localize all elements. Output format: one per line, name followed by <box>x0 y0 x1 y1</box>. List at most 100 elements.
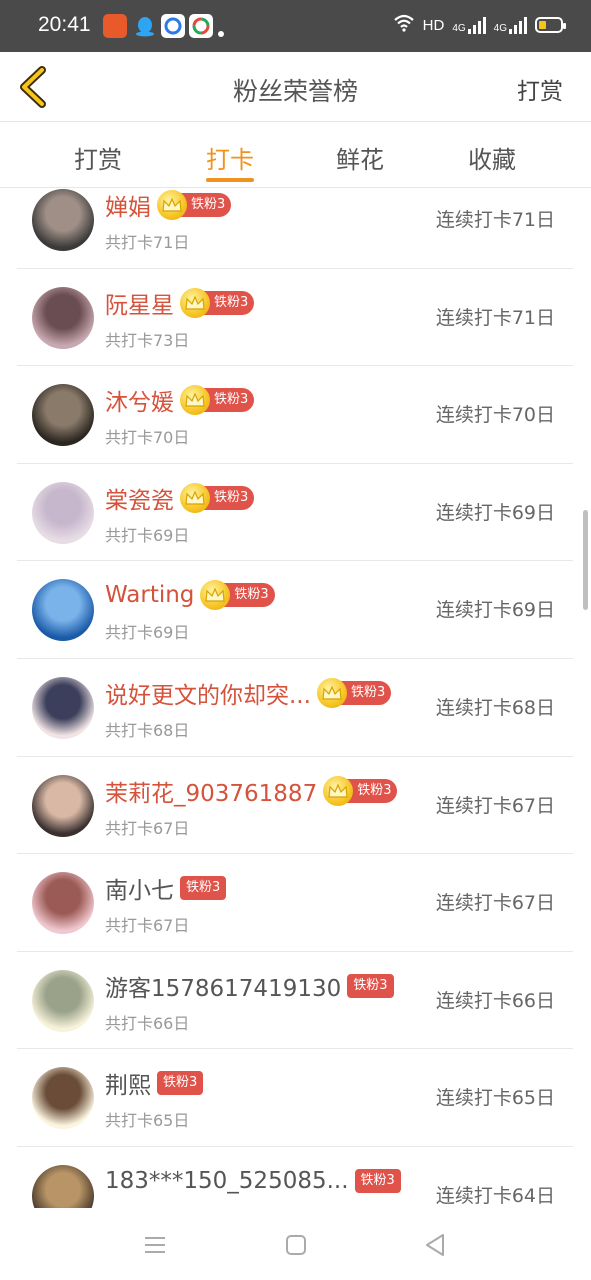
name-line: 说好更文的你却突... 铁粉3 <box>105 676 392 710</box>
tab-flowers[interactable]: 鲜花 <box>305 140 415 175</box>
user-name[interactable]: 棠瓷瓷 <box>105 481 174 515</box>
fan-badge: 铁粉3 <box>323 775 398 806</box>
back-nav-button[interactable] <box>421 1230 451 1260</box>
app-store-icon <box>103 14 127 38</box>
name-line: 荆熙 铁粉3 <box>105 1066 204 1100</box>
avatar[interactable] <box>32 286 94 349</box>
avatar[interactable] <box>32 579 94 642</box>
fan-level-badge: 铁粉3 <box>180 876 227 901</box>
name-line: 棠瓷瓷 铁粉3 <box>105 481 255 515</box>
crown-icon <box>316 678 347 708</box>
streak-label: 连续打卡67日 <box>435 892 555 915</box>
fan-level-badge: 铁粉3 <box>157 1071 204 1096</box>
avatar[interactable] <box>32 1067 94 1130</box>
tab-reward[interactable]: 打赏 <box>43 140 153 175</box>
clock: 20:41 <box>38 13 91 36</box>
user-name[interactable]: 婵娟 <box>105 189 151 222</box>
name-line: 阮星星 铁粉3 <box>105 286 255 320</box>
total-checkins: 共打卡69日 <box>105 525 190 545</box>
status-bar: 20:41 HD 4G 4G <box>0 0 591 52</box>
notification-dot <box>218 31 224 37</box>
streak-label: 连续打卡71日 <box>435 209 555 231</box>
fan-level-label: 铁粉3 <box>222 583 275 608</box>
total-checkins: 共打卡67日 <box>105 916 190 936</box>
list-item[interactable]: 棠瓷瓷 铁粉3 共打卡69日 连续打卡69日 <box>17 464 573 562</box>
fan-badge: 铁粉3 <box>180 385 255 416</box>
avatar[interactable] <box>32 677 94 739</box>
user-name[interactable]: 南小七 <box>105 871 174 905</box>
streak-label: 连续打卡68日 <box>435 697 555 719</box>
total-checkins: 共打卡68日 <box>105 721 190 740</box>
avatar[interactable] <box>32 384 94 447</box>
signal1-label: 4G <box>452 23 466 34</box>
fan-badge: 铁粉3 <box>157 190 232 220</box>
name-line: 183***150_525085... 铁粉3 <box>105 1165 401 1197</box>
battery-icon <box>535 17 566 33</box>
name-line: 茉莉花_903761887 铁粉3 <box>105 774 398 808</box>
signal2-label: 4G <box>493 23 507 34</box>
fan-list[interactable]: 婵娟 铁粉3 共打卡71日 连续打卡71日 阮星星 铁粉3 共打卡73日 连续打卡71日 沐兮媛… <box>0 189 591 1208</box>
streak-label: 连续打卡64日 <box>435 1185 555 1207</box>
list-item[interactable]: 茉莉花_903761887 铁粉3 共打卡67日 连续打卡67日 <box>17 757 573 855</box>
tab-bar: 打赏 打卡 鲜花 收藏 <box>0 122 591 188</box>
fan-level-label: 铁粉3 <box>345 778 398 803</box>
user-name[interactable]: 说好更文的你却突... <box>105 676 311 710</box>
reward-button[interactable]: 打赏 <box>517 72 563 106</box>
user-name[interactable]: Warting <box>105 582 194 608</box>
streak-label: 连续打卡65日 <box>435 1087 555 1110</box>
streak-label: 连续打卡69日 <box>435 501 555 524</box>
avatar[interactable] <box>32 1165 94 1208</box>
fan-badge: 铁粉3 <box>180 482 255 513</box>
list-item[interactable]: 183***150_525085...铁粉3共打卡64日连续打卡64日 <box>17 1147 573 1208</box>
list-item[interactable]: Warting 铁粉3 共打卡69日 连续打卡69日 <box>17 561 573 659</box>
home-button[interactable] <box>281 1230 311 1260</box>
total-checkins: 共打卡66日 <box>105 1013 190 1033</box>
total-checkins: 共打卡69日 <box>105 623 190 643</box>
total-checkins: 共打卡71日 <box>105 233 190 252</box>
header: 粉丝荣誉榜 打赏 <box>0 52 591 122</box>
avatar[interactable] <box>32 189 94 251</box>
qq-icon <box>133 14 157 38</box>
streak-label: 连续打卡71日 <box>435 306 555 329</box>
list-item[interactable]: 阮星星 铁粉3 共打卡73日 连续打卡71日 <box>17 269 573 367</box>
list-item[interactable]: 南小七 铁粉3 共打卡67日 连续打卡67日 <box>17 854 573 952</box>
status-indicators: HD 4G 4G <box>393 12 566 38</box>
list-item[interactable]: 荆熙 铁粉3 共打卡65日 连续打卡65日 <box>17 1049 573 1147</box>
avatar[interactable] <box>32 872 94 935</box>
crown-icon <box>180 287 210 318</box>
user-name[interactable]: 183***150_525085... <box>105 1168 349 1194</box>
page-title: 粉丝荣誉榜 <box>232 77 358 106</box>
menu-icon <box>145 1237 165 1253</box>
user-name[interactable]: 茉莉花_903761887 <box>105 774 317 808</box>
name-line: Warting 铁粉3 <box>105 579 275 611</box>
total-checkins: 共打卡67日 <box>105 818 190 838</box>
name-line: 南小七 铁粉3 <box>105 871 227 905</box>
menu-button[interactable] <box>140 1230 170 1260</box>
name-line: 婵娟 铁粉3 <box>105 189 232 222</box>
signal-icon <box>467 16 486 34</box>
avatar[interactable] <box>32 774 94 837</box>
tab-collect[interactable]: 收藏 <box>437 140 547 175</box>
avatar[interactable] <box>32 969 94 1032</box>
total-checkins: 共打卡70日 <box>105 428 190 448</box>
user-name[interactable]: 阮星星 <box>105 286 174 320</box>
scrollbar[interactable] <box>583 510 588 610</box>
user-name[interactable]: 游客1578617419130 <box>105 969 341 1003</box>
list-item[interactable]: 沐兮媛 铁粉3 共打卡70日 连续打卡70日 <box>17 366 573 464</box>
signal-icon <box>509 16 527 34</box>
avatar[interactable] <box>32 481 94 544</box>
list-item[interactable]: 说好更文的你却突... 铁粉3 共打卡68日 连续打卡68日 <box>17 659 573 757</box>
list-item[interactable]: 游客1578617419130 铁粉3 共打卡66日 连续打卡66日 <box>17 952 573 1050</box>
user-name[interactable]: 荆熙 <box>105 1066 151 1100</box>
wifi-icon <box>393 14 415 36</box>
streak-label: 连续打卡67日 <box>435 794 555 817</box>
fan-badge: 铁粉3 <box>180 287 255 318</box>
active-tab-indicator <box>206 178 254 182</box>
fan-badge: 铁粉3 <box>200 580 275 611</box>
name-line: 沐兮媛 铁粉3 <box>105 383 255 417</box>
streak-label: 连续打卡66日 <box>435 989 555 1012</box>
crown-icon <box>323 775 354 806</box>
user-name[interactable]: 沐兮媛 <box>105 383 174 417</box>
tab-checkin[interactable]: 打卡 <box>175 140 285 175</box>
list-item[interactable]: 婵娟 铁粉3 共打卡71日 连续打卡71日 <box>17 189 573 269</box>
